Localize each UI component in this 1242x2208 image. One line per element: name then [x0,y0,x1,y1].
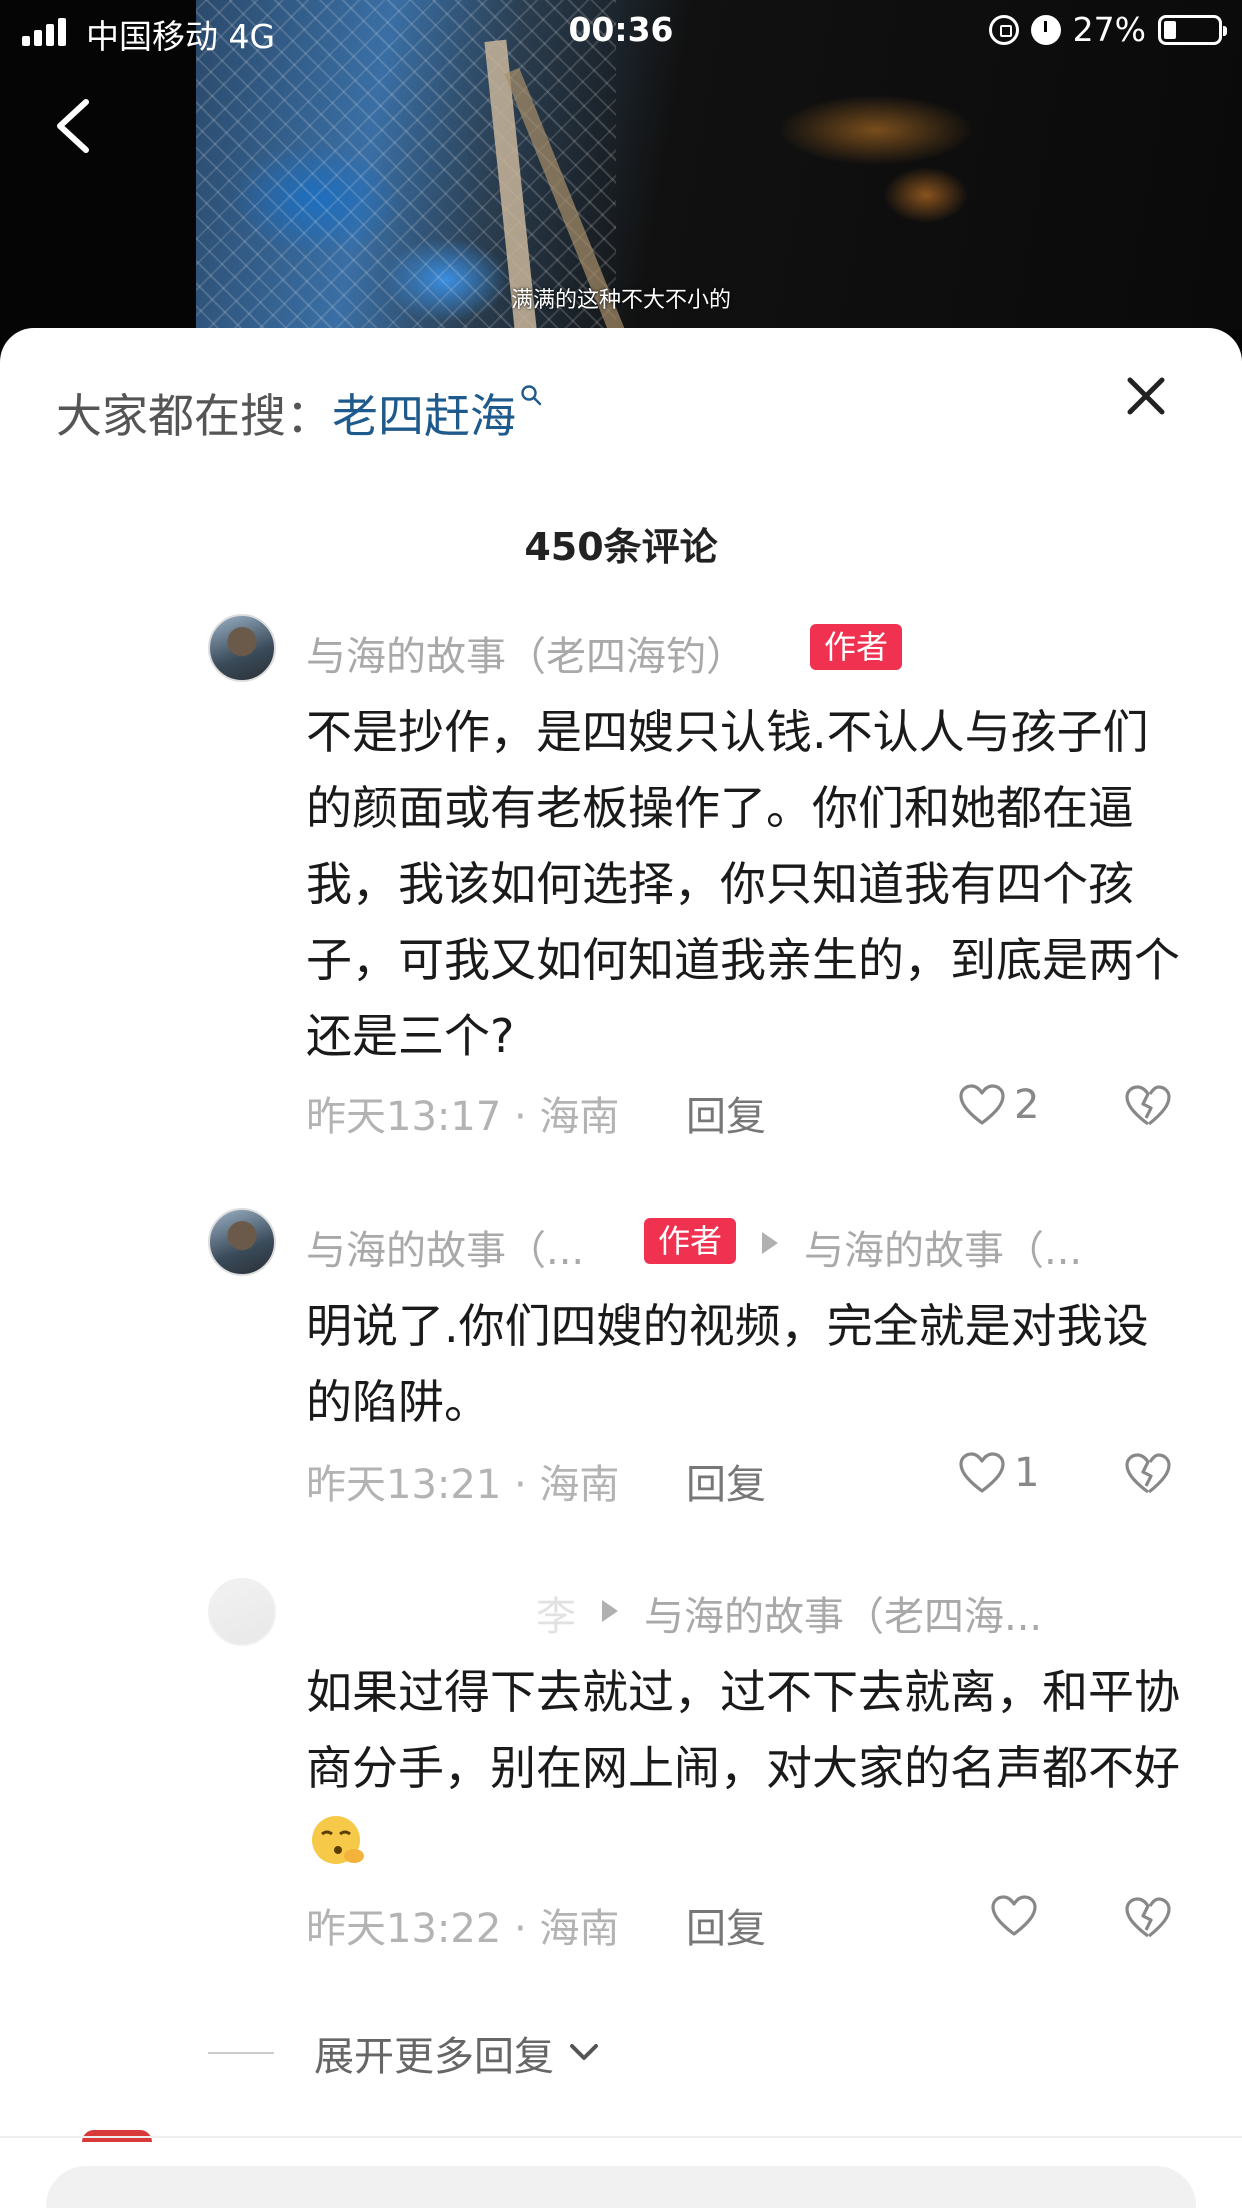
status-bar: 中国移动 4G 00:36 27% [0,0,1242,62]
comment-text: 如果过得下去就过，过不下去就离，和平协商分手，别在网上闹，对大家的名声都不好 [306,1654,1186,1882]
broken-heart-icon [1125,1085,1171,1126]
reply-to-name[interactable]: 与海的故事（... [804,1218,1082,1276]
orientation-lock-icon [988,14,1019,45]
chevron-left-icon [57,99,89,153]
avatar[interactable] [208,1208,276,1276]
avatar[interactable] [208,1578,276,1646]
comment-sheet: 大家都在搜：老四赶海 450条评论 与海的故事（老四海钓） 作者 不是抄作，是四… [0,328,1242,2208]
search-icon [521,385,542,406]
like-count: 2 [1014,1082,1040,1128]
heart-icon [991,1895,1037,1936]
comment-text: 明说了.你们四嫂的视频，完全就是对我设的陷阱。 [306,1299,1149,1429]
reply-button[interactable]: 回复 [686,1452,766,1510]
avatar[interactable] [208,614,276,682]
comment-text: 不是抄作，是四嫂只认钱.不认人与孩子们的颜面或有老板操作了。你们和她都在逼我，我… [306,705,1180,1063]
reply-arrow-icon [762,1232,778,1254]
dislike-button[interactable] [1124,1896,1172,1944]
chevron-down-icon [570,2044,598,2060]
back-button[interactable] [50,96,100,156]
emoji-icon [306,1812,370,1868]
battery-percent: 27% [1072,10,1146,49]
dislike-button[interactable] [1124,1084,1172,1132]
reply-button[interactable]: 回复 [686,1896,766,1954]
search-suggestion[interactable]: 大家都在搜：老四赶海 [56,380,542,446]
comment-meta: 昨天13:17 · 海南 [306,1094,620,1140]
close-icon [1127,377,1165,415]
like-button[interactable]: 2 [958,1082,1039,1128]
comment-author-name[interactable]: 与海的故事（... [306,1218,584,1276]
like-count: 1 [1014,1450,1040,1496]
reply-to-name[interactable]: 与海的故事（老四海... [644,1584,1042,1642]
heart-icon [959,1452,1005,1493]
video-subtitle: 满满的这种不大不小的 [510,288,731,313]
close-button[interactable] [1126,376,1166,416]
divider [208,2052,274,2054]
author-badge: 作者 [644,1218,737,1264]
author-badge: 作者 [810,624,903,670]
search-term[interactable]: 老四赶海 [332,389,516,443]
battery-icon [1158,14,1227,45]
comment-meta: 昨天13:21 · 海南 [306,1462,620,1508]
heart-icon [959,1084,1005,1125]
divider [0,2136,1242,2138]
comment-text-body: 如果过得下去就过，过不下去就离，和平协商分手，别在网上闹，对大家的名声都不好 [306,1665,1180,1795]
expand-replies-button[interactable]: 展开更多回复 [208,2024,604,2082]
comment-meta: 昨天13:22 · 海南 [306,1906,620,1952]
broken-heart-icon [1125,1897,1171,1938]
comment-input[interactable] [46,2166,1196,2208]
like-button[interactable] [990,1894,1046,1938]
search-prefix: 大家都在搜： [56,389,332,443]
reply-arrow-icon [602,1600,618,1622]
broken-heart-icon [1125,1453,1171,1494]
reply-button[interactable]: 回复 [686,1084,766,1142]
comment-author-name[interactable]: 李 [536,1584,576,1642]
expand-replies-label: 展开更多回复 [314,2034,554,2080]
comment-author-name[interactable]: 与海的故事（老四海钓） [306,624,746,682]
like-button[interactable]: 1 [958,1450,1039,1496]
comment-count: 450条评论 [524,525,718,569]
dislike-button[interactable] [1124,1452,1172,1500]
alarm-icon [1030,14,1061,45]
